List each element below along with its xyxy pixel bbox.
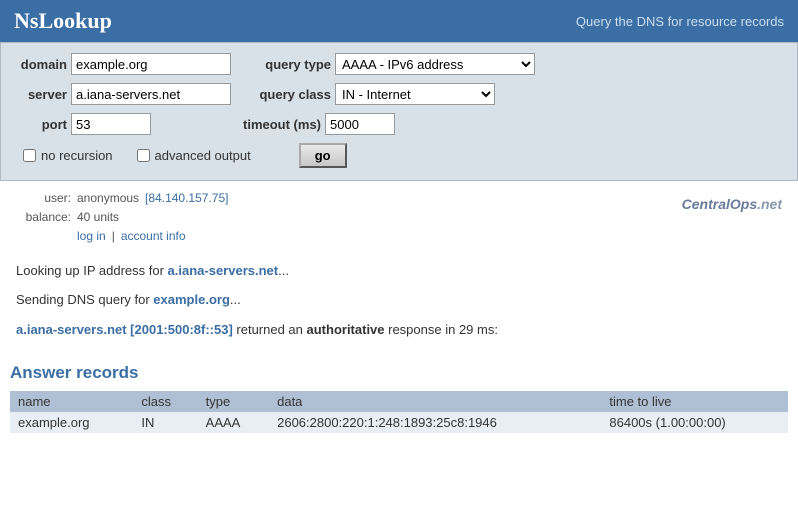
user-info-section: CentralOps.net user: anonymous [84.140.1…: [0, 181, 798, 251]
answer-table: name class type data time to live exampl…: [10, 391, 788, 433]
table-row: example.orgINAAAA2606:2800:220:1:248:189…: [10, 412, 788, 433]
col-type: type: [198, 391, 269, 412]
form-area: domain query type AAAA - IPv6 address se…: [0, 42, 798, 181]
balance-value: 40 units: [77, 208, 119, 227]
advanced-output-label: advanced output: [155, 148, 251, 163]
output-line1-prefix: Looking up IP address for: [16, 263, 168, 278]
output-line3-link1[interactable]: a.iana-servers.net [2001:500:8f::53]: [16, 322, 233, 337]
form-row-checkboxes: no recursion advanced output go: [17, 143, 781, 168]
page-header: NsLookup Query the DNS for resource reco…: [0, 0, 798, 42]
output-line3-bold: authoritative: [307, 322, 385, 337]
go-button[interactable]: go: [299, 143, 347, 168]
server-label: server: [17, 87, 67, 102]
advanced-output-checkbox-label[interactable]: advanced output: [137, 148, 251, 163]
output-line2-prefix: Sending DNS query for: [16, 292, 153, 307]
col-class: class: [133, 391, 197, 412]
answer-title: Answer records: [10, 359, 788, 383]
form-row-2: server query class IN - Internet: [17, 83, 781, 105]
timeout-input[interactable]: [325, 113, 395, 135]
server-input[interactable]: [71, 83, 231, 105]
timeout-label: timeout (ms): [231, 117, 321, 132]
balance-label: balance:: [16, 208, 71, 227]
query-class-select[interactable]: IN - Internet: [335, 83, 495, 105]
user-row: user: anonymous [84.140.157.75]: [16, 189, 682, 208]
output-area: Looking up IP address for a.iana-servers…: [0, 251, 798, 360]
app-subtitle: Query the DNS for resource records: [576, 14, 784, 29]
output-line-3: a.iana-servers.net [2001:500:8f::53] ret…: [16, 320, 782, 340]
query-class-label: query class: [251, 87, 331, 102]
port-input[interactable]: [71, 113, 151, 135]
output-line3-suffix: response in 29 ms:: [385, 322, 498, 337]
advanced-output-checkbox[interactable]: [137, 149, 150, 162]
user-value: anonymous: [77, 189, 139, 208]
output-line-1: Looking up IP address for a.iana-servers…: [16, 261, 782, 281]
no-recursion-checkbox[interactable]: [23, 149, 36, 162]
balance-row: balance: 40 units: [16, 208, 682, 227]
col-name: name: [10, 391, 133, 412]
form-row-1: domain query type AAAA - IPv6 address: [17, 53, 781, 75]
form-row-3: port timeout (ms): [17, 113, 781, 135]
user-label: user:: [16, 189, 71, 208]
query-type-label: query type: [251, 57, 331, 72]
login-link[interactable]: log in: [77, 227, 106, 246]
output-line2-link[interactable]: example.org: [153, 292, 230, 307]
output-line3-mid: returned an: [233, 322, 307, 337]
account-info-link[interactable]: account info: [121, 227, 186, 246]
col-data: data: [269, 391, 601, 412]
answer-table-header-row: name class type data time to live: [10, 391, 788, 412]
domain-input[interactable]: [71, 53, 231, 75]
answer-table-body: example.orgINAAAA2606:2800:220:1:248:189…: [10, 412, 788, 433]
auth-links-row: log in | account info: [16, 227, 782, 246]
centralops-logo: CentralOps.net: [682, 193, 782, 217]
domain-label: domain: [17, 57, 67, 72]
output-line2-suffix: ...: [230, 292, 241, 307]
app-title: NsLookup: [14, 8, 112, 34]
query-type-select[interactable]: AAAA - IPv6 address: [335, 53, 535, 75]
user-ip-link[interactable]: [84.140.157.75]: [145, 189, 228, 208]
answer-section: Answer records name class type data time…: [0, 359, 798, 433]
output-line1-suffix: ...: [278, 263, 289, 278]
no-recursion-label: no recursion: [41, 148, 113, 163]
answer-table-head: name class type data time to live: [10, 391, 788, 412]
no-recursion-checkbox-label[interactable]: no recursion: [23, 148, 113, 163]
output-line-2: Sending DNS query for example.org...: [16, 290, 782, 310]
output-line1-link[interactable]: a.iana-servers.net: [168, 263, 279, 278]
port-label: port: [17, 117, 67, 132]
col-ttl: time to live: [601, 391, 788, 412]
